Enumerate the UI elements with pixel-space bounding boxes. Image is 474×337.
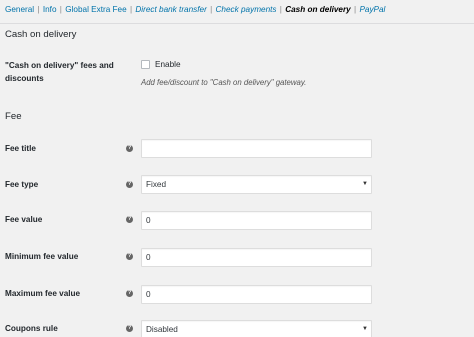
subnav-separator: | <box>129 5 133 14</box>
subnav-separator: | <box>279 5 282 14</box>
maximum-fee-value-input[interactable]: 0 <box>141 285 372 304</box>
enable-fees-checkbox-label[interactable]: Enable <box>155 60 181 69</box>
chevron-down-icon: ▼ <box>362 181 368 187</box>
section-title-cash-on-delivery: Cash on delivery <box>5 29 77 40</box>
enable-fees-description: Add fee/discount to "Cash on delivery" g… <box>141 78 307 87</box>
section-title-fee: Fee <box>5 111 22 122</box>
minimum-fee-value-input[interactable]: 0 <box>141 248 372 267</box>
subnav-cash-on-delivery: Cash on delivery <box>285 5 351 14</box>
enable-fees-label: "Cash on delivery" fees and discounts <box>5 61 114 83</box>
fee-value-label: Fee value <box>5 215 43 224</box>
fee-value-input[interactable]: 0 <box>141 211 372 230</box>
coupons-rule-selected-value: Disabled <box>146 325 178 334</box>
help-icon[interactable]: ? <box>126 325 133 332</box>
subnav-check-payments[interactable]: Check payments <box>216 5 277 14</box>
subnav-global-extra-fee[interactable]: Global Extra Fee <box>65 5 126 14</box>
subnav-separator: | <box>59 5 62 14</box>
fee-type-label: Fee type <box>5 180 39 189</box>
subnav-separator: | <box>210 5 213 14</box>
maximum-fee-value-label: Maximum fee value <box>5 289 81 298</box>
enable-fees-checkbox[interactable] <box>141 60 150 69</box>
fee-title-input[interactable] <box>141 139 372 158</box>
subnav-general[interactable]: General <box>5 5 34 14</box>
help-icon[interactable]: ? <box>126 181 133 188</box>
subnav-separator: | <box>354 5 357 14</box>
chevron-down-icon: ▼ <box>362 326 368 332</box>
settings-subnav: General | Info | Global Extra Fee | Dire… <box>5 5 385 14</box>
help-icon[interactable]: ? <box>126 290 133 297</box>
subnav-separator: | <box>37 5 40 14</box>
help-icon[interactable]: ? <box>126 145 133 152</box>
help-icon[interactable]: ? <box>126 216 133 223</box>
fee-type-selected-value: Fixed <box>146 180 167 189</box>
coupons-rule-label: Coupons rule <box>5 324 58 333</box>
subnav-direct-bank-transfer[interactable]: Direct bank transfer <box>135 5 206 14</box>
minimum-fee-value-label: Minimum fee value <box>5 252 79 261</box>
subnav-paypal[interactable]: PayPal <box>359 5 385 14</box>
fee-title-label: Fee title <box>5 144 36 153</box>
coupons-rule-select[interactable]: Disabled ▼ <box>141 320 372 337</box>
fee-type-select[interactable]: Fixed ▼ <box>141 175 372 194</box>
help-icon[interactable]: ? <box>126 253 133 260</box>
subnav-info[interactable]: Info <box>43 5 57 14</box>
subnav-divider <box>0 23 474 24</box>
